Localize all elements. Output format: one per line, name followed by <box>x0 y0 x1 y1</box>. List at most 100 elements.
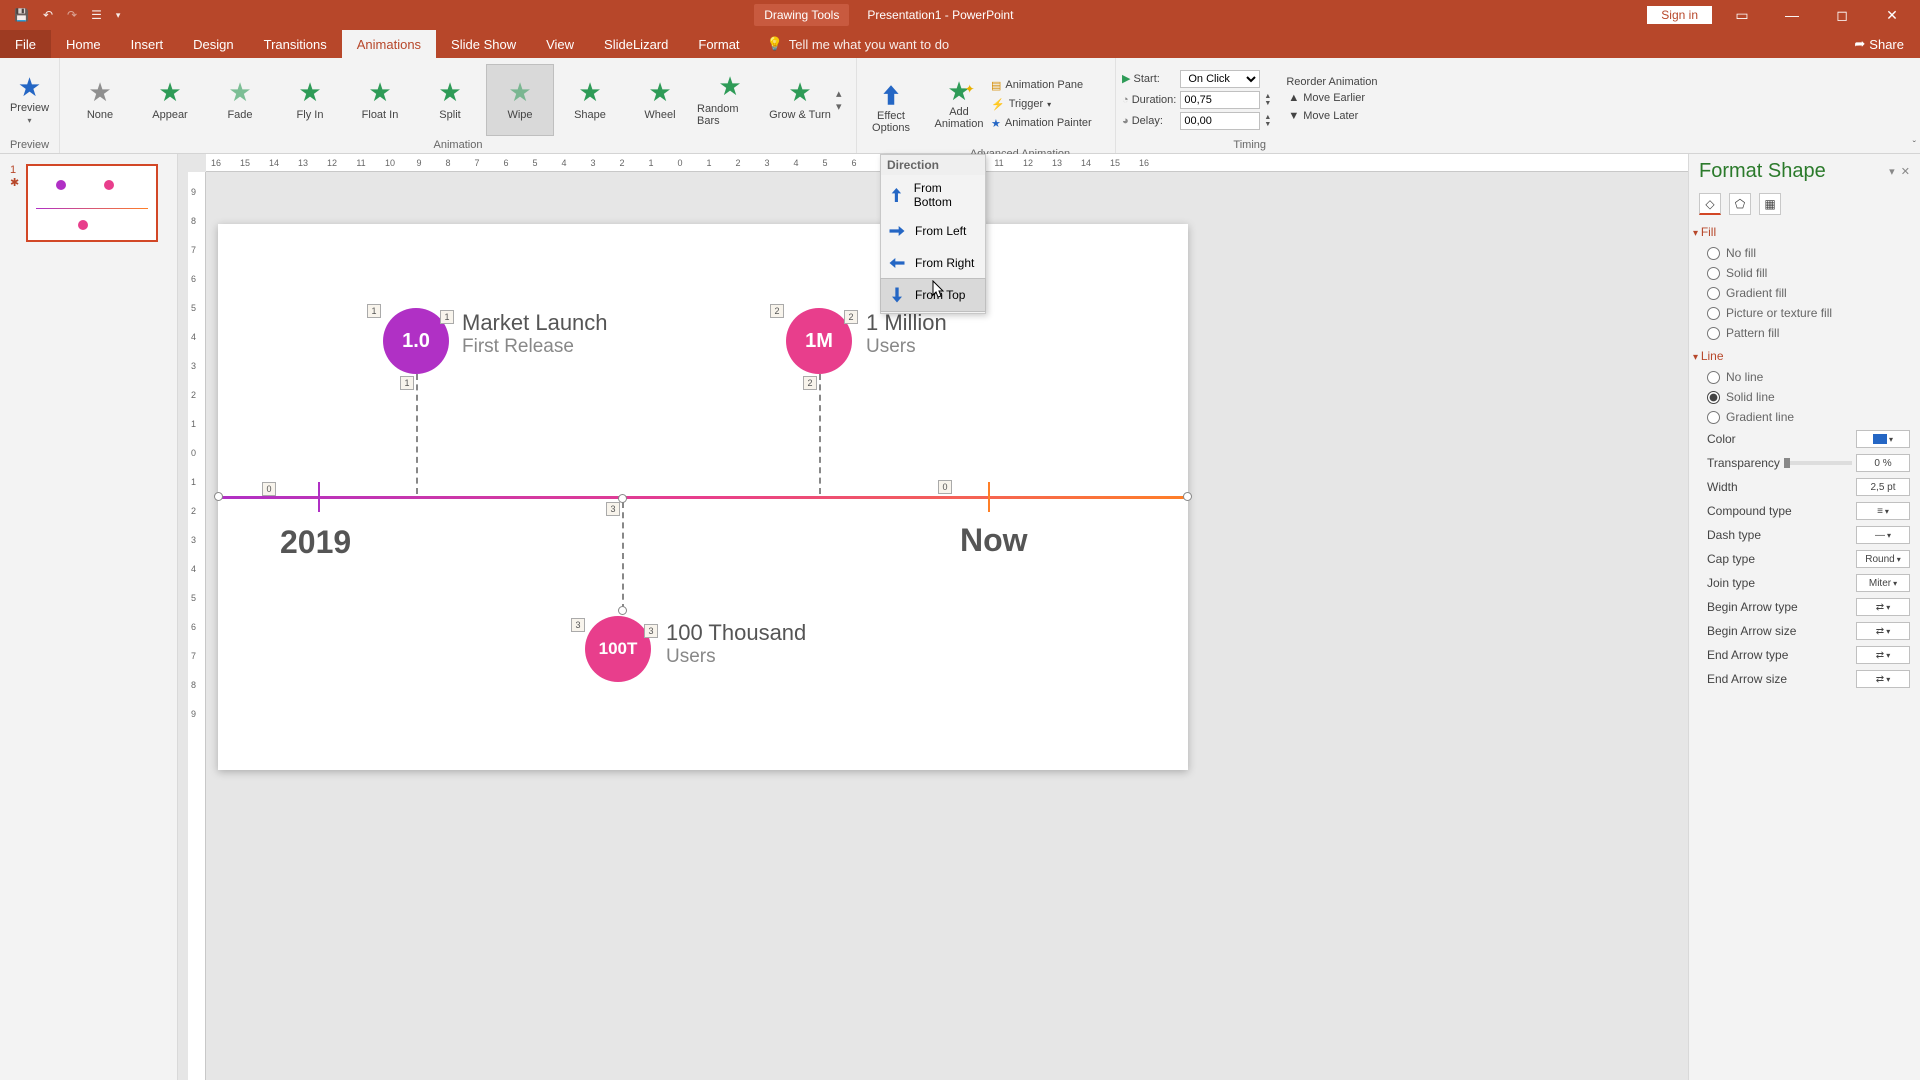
close-icon[interactable]: ✕ <box>1872 7 1912 24</box>
vertical-ruler: 9876543210123456789 <box>188 172 206 1080</box>
save-icon[interactable]: 💾 <box>14 8 29 22</box>
compound-select[interactable]: ≡ <box>1856 502 1910 520</box>
option-from-left[interactable]: From Left <box>881 215 985 247</box>
anim-order-tag[interactable]: 2 <box>770 304 784 318</box>
begin-arrow-type-select[interactable]: ⇄ <box>1856 598 1910 616</box>
anim-order-tag[interactable]: 3 <box>606 502 620 516</box>
anim-floatin[interactable]: ★Float In <box>346 64 414 136</box>
start-select[interactable]: On Click <box>1180 70 1260 88</box>
anim-order-tag[interactable]: 1 <box>440 310 454 324</box>
anim-shape[interactable]: ★Shape <box>556 64 624 136</box>
tab-design[interactable]: Design <box>178 30 248 58</box>
cap-select[interactable]: Round <box>1856 550 1910 568</box>
tab-format[interactable]: Format <box>683 30 754 58</box>
move-later-button[interactable]: ▼Move Later <box>1286 108 1377 124</box>
pane-menu-icon[interactable]: ▾ <box>1889 166 1895 178</box>
share-button[interactable]: ➦ Share <box>1854 30 1920 58</box>
anim-random[interactable]: ★Random Bars <box>696 64 764 136</box>
add-animation-button[interactable]: ★✦ Add Animation <box>931 62 987 146</box>
sign-in-button[interactable]: Sign in <box>1647 6 1712 24</box>
anim-fade[interactable]: ★Fade <box>206 64 274 136</box>
tab-transitions[interactable]: Transitions <box>249 30 342 58</box>
end-arrow-size-select[interactable]: ⇄ <box>1856 670 1910 688</box>
solid-line-radio[interactable]: Solid line <box>1699 387 1910 407</box>
effect-options-button[interactable]: Effect Options <box>863 66 919 150</box>
connector-handle[interactable] <box>618 606 627 615</box>
pattern-fill-radio[interactable]: Pattern fill <box>1699 323 1910 343</box>
width-input[interactable]: 2,5 pt <box>1856 478 1910 496</box>
no-line-radio[interactable]: No line <box>1699 367 1910 387</box>
size-tab-icon[interactable]: ▦ <box>1759 193 1781 215</box>
duration-spinner[interactable]: ▲▼ <box>1264 93 1278 107</box>
delay-input[interactable] <box>1180 112 1260 130</box>
collapse-ribbon-icon[interactable]: ˇ <box>1913 140 1916 151</box>
tab-file[interactable]: File <box>0 30 51 58</box>
option-from-right[interactable]: From Right <box>881 247 985 279</box>
gradient-fill-radio[interactable]: Gradient fill <box>1699 283 1910 303</box>
anim-none[interactable]: ★None <box>66 64 134 136</box>
anim-order-tag[interactable]: 0 <box>262 482 276 496</box>
line-section-header[interactable]: Line <box>1693 349 1910 363</box>
anim-flyin[interactable]: ★Fly In <box>276 64 344 136</box>
pane-close-icon[interactable]: ✕ <box>1901 166 1910 178</box>
color-picker[interactable] <box>1856 430 1910 448</box>
slide-canvas[interactable]: 0 0 2019 Now 1.0 Market Launch First Rel… <box>218 224 1188 770</box>
option-from-bottom[interactable]: From Bottom <box>881 175 985 215</box>
tab-slidelizard[interactable]: SlideLizard <box>589 30 683 58</box>
gradient-line-radio[interactable]: Gradient line <box>1699 407 1910 427</box>
selection-handle[interactable] <box>214 492 223 501</box>
painter-icon: ★ <box>991 117 1001 130</box>
trigger-button[interactable]: ⚡Trigger ▾ <box>989 96 1109 113</box>
anim-grow[interactable]: ★Grow & Turn <box>766 64 834 136</box>
move-earlier-button[interactable]: ▲Move Earlier <box>1286 90 1377 106</box>
fill-section-header[interactable]: Fill <box>1693 225 1910 239</box>
begin-arrow-size-select[interactable]: ⇄ <box>1856 622 1910 640</box>
qat-more-icon[interactable]: ▾ <box>116 10 121 21</box>
end-arrow-type-select[interactable]: ⇄ <box>1856 646 1910 664</box>
badge-ev3[interactable]: 100T <box>585 616 651 682</box>
anim-order-tag[interactable]: 2 <box>844 310 858 324</box>
anim-order-tag[interactable]: 1 <box>400 376 414 390</box>
redo-icon[interactable]: ↷ <box>67 8 77 22</box>
gallery-more-button[interactable]: ▴▾ <box>836 87 850 113</box>
slide-thumbnail-1[interactable] <box>26 164 158 242</box>
anim-order-tag[interactable]: 2 <box>803 376 817 390</box>
timeline-axis[interactable] <box>218 496 1188 499</box>
anim-wipe[interactable]: ★Wipe <box>486 64 554 136</box>
anim-appear[interactable]: ★Appear <box>136 64 204 136</box>
delay-spinner[interactable]: ▲▼ <box>1264 114 1278 128</box>
no-fill-radio[interactable]: No fill <box>1699 243 1910 263</box>
anim-order-tag[interactable]: 3 <box>644 624 658 638</box>
join-select[interactable]: Miter <box>1856 574 1910 592</box>
tab-view[interactable]: View <box>531 30 589 58</box>
anim-order-tag[interactable]: 0 <box>938 480 952 494</box>
animation-painter-button[interactable]: ★Animation Painter <box>989 115 1109 132</box>
selection-handle[interactable] <box>1183 492 1192 501</box>
anim-order-tag[interactable]: 1 <box>367 304 381 318</box>
touchmode-icon[interactable]: ☰ <box>91 8 102 22</box>
tell-me-search[interactable]: 💡 Tell me what you want to do <box>755 30 950 58</box>
preview-button[interactable]: ★ Preview ▾ <box>6 74 53 125</box>
anim-split[interactable]: ★Split <box>416 64 484 136</box>
badge-ev2[interactable]: 1M <box>786 308 852 374</box>
animation-pane-button[interactable]: ▤Animation Pane <box>989 77 1109 94</box>
tab-insert[interactable]: Insert <box>116 30 179 58</box>
title-ev1: Market Launch <box>462 310 608 336</box>
minimize-icon[interactable]: — <box>1772 7 1812 23</box>
fill-line-tab-icon[interactable]: ◇ <box>1699 193 1721 215</box>
dash-select[interactable]: — <box>1856 526 1910 544</box>
anim-order-tag[interactable]: 3 <box>571 618 585 632</box>
solid-fill-radio[interactable]: Solid fill <box>1699 263 1910 283</box>
maximize-icon[interactable]: ◻ <box>1822 7 1862 24</box>
transparency-slider[interactable] <box>1784 461 1852 465</box>
ribbon-options-icon[interactable]: ▭ <box>1722 7 1762 24</box>
picture-fill-radio[interactable]: Picture or texture fill <box>1699 303 1910 323</box>
tab-slideshow[interactable]: Slide Show <box>436 30 531 58</box>
transparency-input[interactable]: 0 % <box>1856 454 1910 472</box>
tab-animations[interactable]: Animations <box>342 30 436 58</box>
effects-tab-icon[interactable]: ⬠ <box>1729 193 1751 215</box>
anim-wheel[interactable]: ★Wheel <box>626 64 694 136</box>
tab-home[interactable]: Home <box>51 30 116 58</box>
duration-input[interactable] <box>1180 91 1260 109</box>
undo-icon[interactable]: ↶ <box>43 8 53 22</box>
